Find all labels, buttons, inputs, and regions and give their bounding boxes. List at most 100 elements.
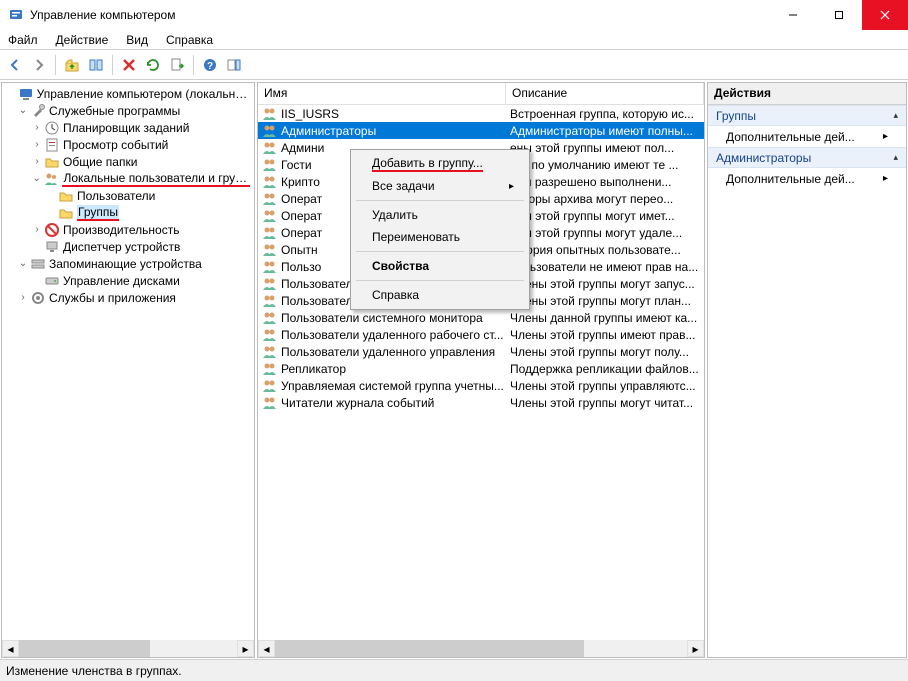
twisty-icon[interactable] xyxy=(4,87,18,101)
collapse-icon[interactable]: ⌄ xyxy=(30,172,43,186)
row-desc: Поддержка репликации файлов... xyxy=(506,362,704,376)
scroll-thumb[interactable] xyxy=(19,640,150,657)
titlebar: Управление компьютером xyxy=(0,0,908,30)
cm-label: Справка xyxy=(372,288,419,302)
tree-performance[interactable]: › Производительность xyxy=(2,221,254,238)
cm-delete[interactable]: Удалить xyxy=(354,204,526,226)
chevron-right-icon: ▸ xyxy=(883,131,888,142)
cm-all-tasks[interactable]: Все задачи▸ xyxy=(354,175,526,197)
perf-icon xyxy=(44,222,60,238)
back-button[interactable] xyxy=(4,54,26,76)
tree-storage[interactable]: ⌄ Запоминающие устройства xyxy=(2,255,254,272)
expand-icon[interactable]: › xyxy=(30,223,44,237)
menu-action[interactable]: Действие xyxy=(54,32,111,48)
actions-more-2[interactable]: Дополнительные дей... ▸ xyxy=(708,168,906,189)
list-row[interactable]: Пользователи системного монитораЧлены да… xyxy=(258,309,704,326)
statusbar: Изменение членства в группах. xyxy=(0,659,908,681)
tree[interactable]: Управление компьютером (локальным) ⌄ Слу… xyxy=(2,83,254,308)
actions-more-1[interactable]: Дополнительные дей... ▸ xyxy=(708,126,906,147)
actions-item-label: Дополнительные дей... xyxy=(726,130,855,144)
toolbar: ? xyxy=(0,50,908,80)
delete-button[interactable] xyxy=(118,54,140,76)
list-row[interactable]: Пользователи удаленного управленияЧлены … xyxy=(258,343,704,360)
list-row[interactable]: Управляемая системой группа учетны...Чле… xyxy=(258,377,704,394)
col-desc[interactable]: Описание xyxy=(506,83,704,104)
expand-icon[interactable]: › xyxy=(16,291,30,305)
row-desc: пользователи не имеют прав на... xyxy=(506,260,704,274)
scroll-left-icon[interactable]: ◂ xyxy=(258,640,275,657)
group-icon xyxy=(262,293,278,309)
tree-groups[interactable]: Группы xyxy=(2,204,254,221)
cm-properties[interactable]: Свойства xyxy=(354,255,526,277)
chevron-up-icon: ▴ xyxy=(893,110,898,121)
tree-shared-folders[interactable]: › Общие папки xyxy=(2,153,254,170)
tree-event-viewer[interactable]: › Просмотр событий xyxy=(2,136,254,153)
disk-icon xyxy=(44,273,60,289)
group-icon xyxy=(262,259,278,275)
list-row[interactable]: Пользователи удаленного рабочего ст...Чл… xyxy=(258,326,704,343)
scroll-right-icon[interactable]: ▸ xyxy=(237,640,254,657)
forward-button[interactable] xyxy=(28,54,50,76)
expand-icon[interactable]: › xyxy=(30,155,44,169)
list-row[interactable]: Читатели журнала событийЧлены этой групп… xyxy=(258,394,704,411)
up-button[interactable] xyxy=(61,54,83,76)
tree-node-label: Запоминающие устройства xyxy=(49,257,202,271)
group-icon xyxy=(262,378,278,394)
scroll-thumb[interactable] xyxy=(275,640,584,657)
collapse-icon[interactable]: ⌄ xyxy=(16,257,30,271)
menu-view[interactable]: Вид xyxy=(124,32,150,48)
row-desc: тегория опытных пользовате... xyxy=(506,243,704,257)
list-header: Имя Описание xyxy=(258,83,704,105)
tools-icon xyxy=(30,103,46,119)
scroll-track[interactable] xyxy=(19,640,237,657)
list-row[interactable]: АдминистраторыАдминистраторы имеют полны… xyxy=(258,122,704,139)
row-desc: Члены этой группы могут запус... xyxy=(506,277,704,291)
row-name: Операт xyxy=(281,209,322,223)
refresh-button[interactable] xyxy=(142,54,164,76)
menu-help[interactable]: Справка xyxy=(164,32,215,48)
actions-section-groups[interactable]: Группы ▴ xyxy=(708,105,906,126)
folder-icon xyxy=(58,205,74,221)
minimize-button[interactable] xyxy=(770,0,816,30)
tree-scrollbar[interactable]: ◂ ▸ xyxy=(2,640,254,657)
row-desc: Члены данной группы имеют ка... xyxy=(506,311,704,325)
show-hide-button[interactable] xyxy=(85,54,107,76)
list-scrollbar[interactable]: ◂ ▸ xyxy=(258,640,704,657)
list-row[interactable]: РепликаторПоддержка репликации файлов... xyxy=(258,360,704,377)
tree-system-tools[interactable]: ⌄ Служебные программы xyxy=(2,102,254,119)
scroll-right-icon[interactable]: ▸ xyxy=(687,640,704,657)
scroll-track[interactable] xyxy=(275,640,687,657)
row-desc: Члены этой группы могут полу... xyxy=(506,345,704,359)
tree-services[interactable]: › Службы и приложения xyxy=(2,289,254,306)
collapse-icon[interactable]: ⌄ xyxy=(16,104,30,118)
expand-icon[interactable]: › xyxy=(30,121,44,135)
tree-task-scheduler[interactable]: › Планировщик заданий xyxy=(2,119,254,136)
scroll-left-icon[interactable]: ◂ xyxy=(2,640,19,657)
expand-icon[interactable]: › xyxy=(30,138,44,152)
group-icon xyxy=(262,310,278,326)
maximize-button[interactable] xyxy=(816,0,862,30)
row-desc: ены этой группы могут удале... xyxy=(506,226,704,240)
row-desc: раторы архива могут перео... xyxy=(506,192,704,206)
cm-add-to-group[interactable]: Добавить в группу... xyxy=(354,153,526,175)
export-button[interactable] xyxy=(166,54,188,76)
cm-rename[interactable]: Переименовать xyxy=(354,226,526,248)
tree-node-label: Диспетчер устройств xyxy=(63,240,180,254)
group-icon xyxy=(262,208,278,224)
menu-file[interactable]: Файл xyxy=(6,32,40,48)
tree-local-users-groups[interactable]: ⌄ Локальные пользователи и группы xyxy=(2,170,254,187)
col-name[interactable]: Имя xyxy=(258,83,506,104)
group-icon xyxy=(262,106,278,122)
tree-users[interactable]: Пользователи xyxy=(2,187,254,204)
close-button[interactable] xyxy=(862,0,908,30)
cm-help[interactable]: Справка xyxy=(354,284,526,306)
tree-node-label: Локальные пользователи и группы xyxy=(62,171,250,187)
tree-root[interactable]: Управление компьютером (локальным) xyxy=(2,85,254,102)
cm-separator xyxy=(356,200,524,201)
list-row[interactable]: IIS_IUSRSВстроенная группа, которую ис..… xyxy=(258,105,704,122)
help-button[interactable]: ? xyxy=(199,54,221,76)
actions-pane-button[interactable] xyxy=(223,54,245,76)
tree-device-manager[interactable]: Диспетчер устройств xyxy=(2,238,254,255)
tree-disk-mgmt[interactable]: Управление дисками xyxy=(2,272,254,289)
actions-section-admins[interactable]: Администраторы ▴ xyxy=(708,147,906,168)
